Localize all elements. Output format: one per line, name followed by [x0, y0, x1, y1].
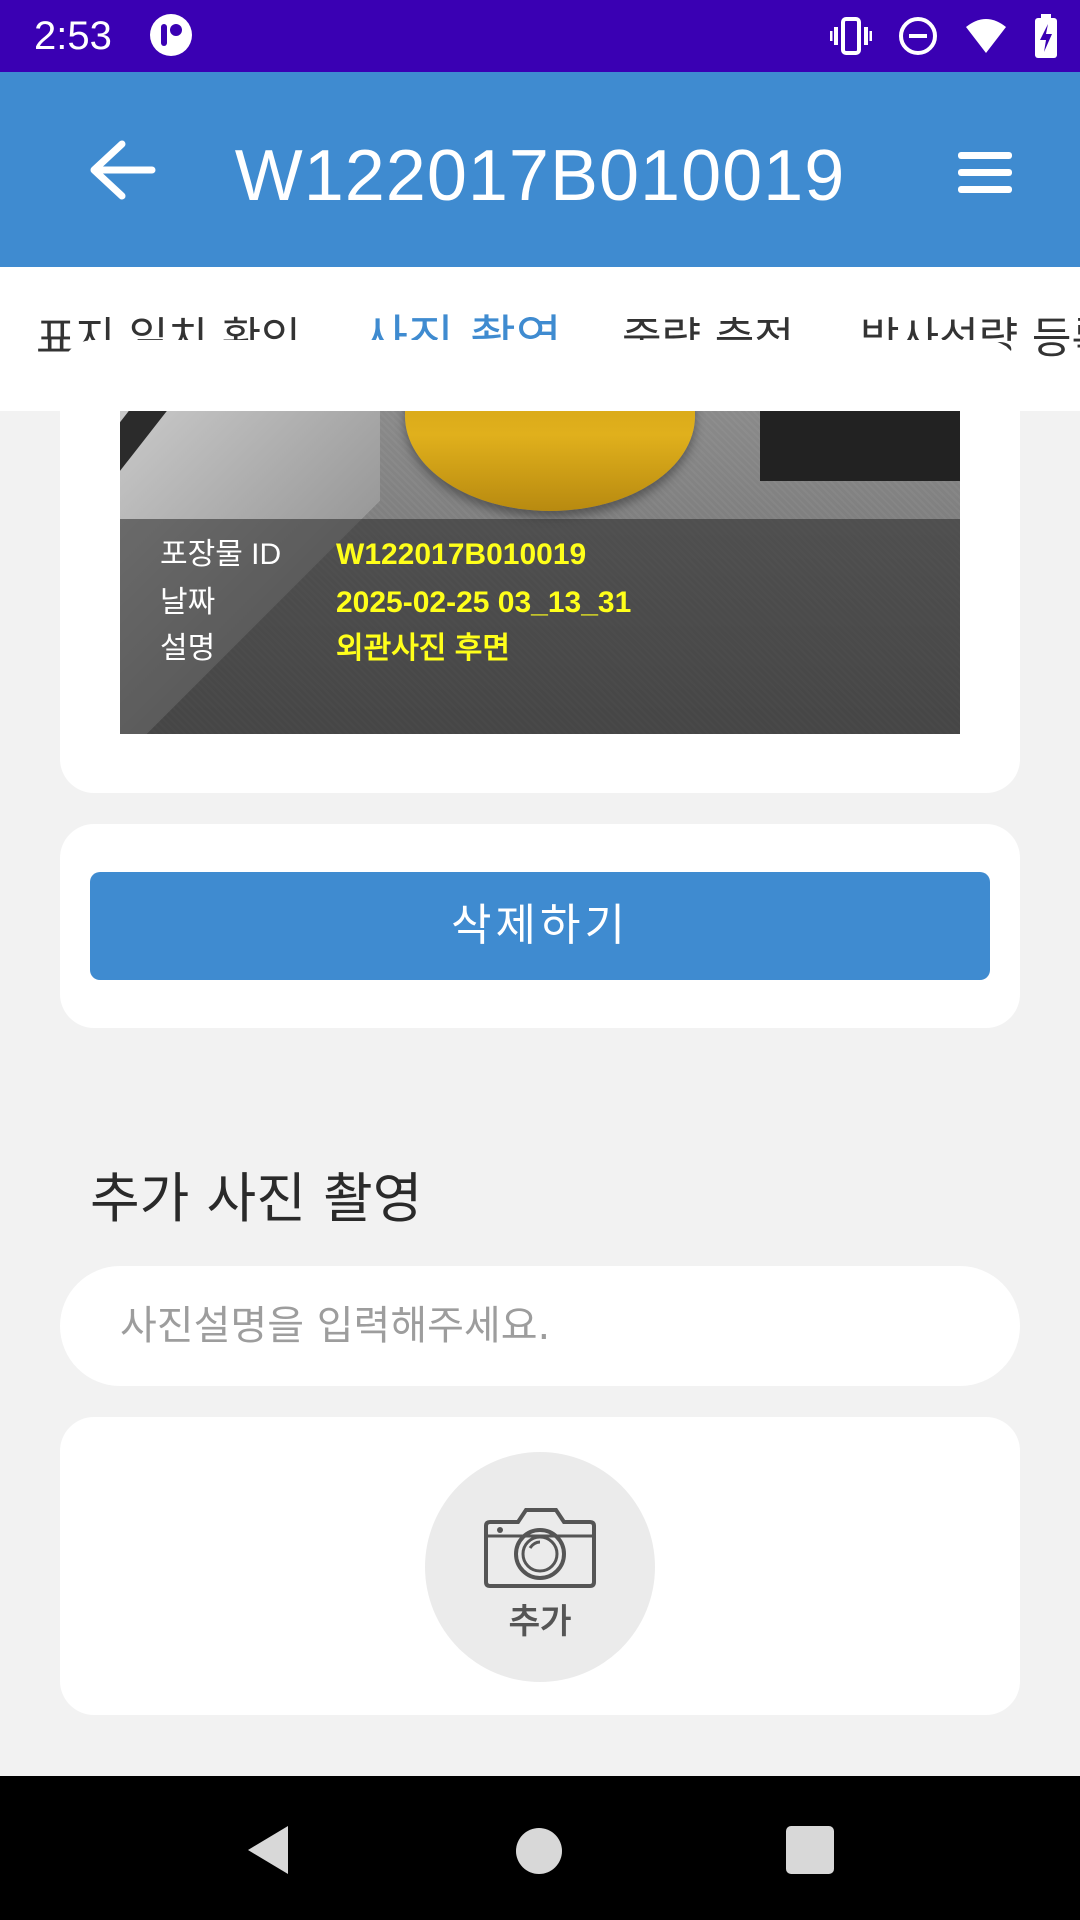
- info-value: W122017B010019: [336, 538, 587, 571]
- nav-home-icon[interactable]: [516, 1828, 562, 1874]
- add-photo-button[interactable]: 추가: [425, 1452, 655, 1682]
- section-title: 추가 사진 촬영: [90, 1167, 423, 1230]
- wifi-badge: 4: [994, 36, 1003, 53]
- info-key: 날짜: [160, 586, 216, 619]
- status-bar: 2:53 4: [0, 0, 1080, 72]
- info-value: 2025-02-25 03_13_31: [336, 586, 632, 619]
- info-key: 포장물 ID: [160, 538, 282, 571]
- info-value: 외관사진 후면: [336, 632, 510, 665]
- camera-icon: [484, 1508, 596, 1588]
- hamburger-menu-icon[interactable]: [952, 144, 1018, 202]
- app-bar: W122017B010019: [0, 72, 1080, 267]
- wifi-icon: 4: [966, 19, 1006, 53]
- captured-photo[interactable]: 포장물 ID W122017B010019 날짜 2025-02-25 03_1…: [120, 411, 960, 734]
- navigation-bar: [0, 1776, 1080, 1920]
- photo-info-overlay: 포장물 ID W122017B010019 날짜 2025-02-25 03_1…: [120, 519, 960, 734]
- battery-charging-icon: [1035, 14, 1057, 58]
- do-not-disturb-icon: [899, 17, 937, 55]
- photo-description-input[interactable]: [60, 1266, 1020, 1386]
- status-time: 2:53: [34, 14, 112, 58]
- app-notification-icon: [150, 14, 192, 56]
- info-key: 설명: [160, 632, 216, 665]
- nav-recents-icon[interactable]: [786, 1826, 834, 1874]
- delete-button[interactable]: 삭제하기: [90, 872, 990, 980]
- status-icons: 4: [830, 12, 1058, 60]
- add-photo-label: 추가: [508, 1602, 572, 1642]
- page-title: W122017B010019: [234, 136, 846, 216]
- vibrate-icon: [830, 17, 872, 55]
- nav-back-icon[interactable]: [240, 1820, 300, 1880]
